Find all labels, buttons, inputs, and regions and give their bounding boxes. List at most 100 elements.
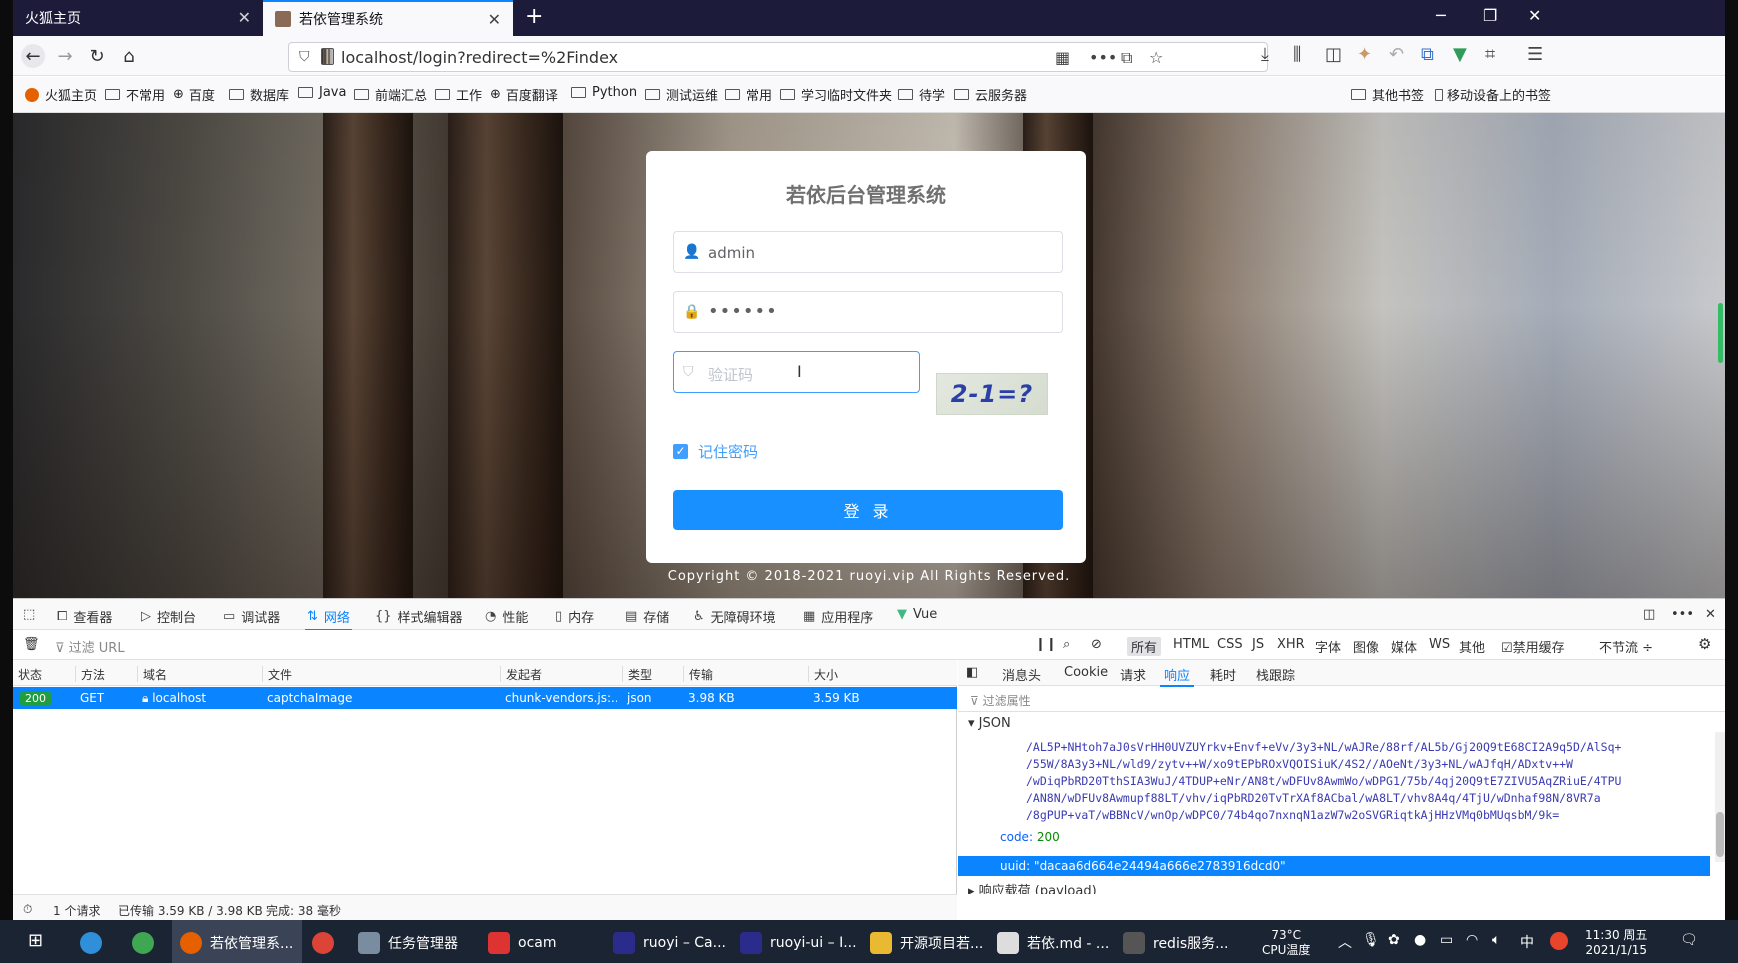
bookmark-item[interactable]: 学习临时文件夹 xyxy=(780,85,892,104)
url-text[interactable]: localhost/login?redirect=%2Findex xyxy=(341,48,618,67)
type-filter-html[interactable]: HTML xyxy=(1173,637,1209,652)
bookmark-item[interactable]: 数据库 xyxy=(229,85,289,104)
clock[interactable]: 11:30 周五 2021/1/15 xyxy=(1585,928,1647,958)
type-filter-ws[interactable]: WS xyxy=(1429,637,1450,652)
column-transferred[interactable]: 传输 xyxy=(683,666,713,682)
bookmark-item[interactable]: Python xyxy=(571,85,637,100)
back-icon[interactable]: ← xyxy=(21,44,45,68)
type-filter-js[interactable]: JS xyxy=(1252,637,1264,652)
type-filter-all[interactable]: 所有 xyxy=(1127,637,1162,656)
login-button[interactable]: 登 录 xyxy=(673,490,1063,530)
panel-tab-request[interactable]: 请求 xyxy=(1120,665,1146,684)
microphone-icon[interactable]: 🎙 xyxy=(1362,932,1380,948)
trash-icon[interactable]: 🗑 xyxy=(23,637,40,652)
column-domain[interactable]: 域名 xyxy=(137,666,167,682)
panel-tab-response[interactable]: 响应 xyxy=(1159,665,1195,687)
shield-icon[interactable]: ⛉ xyxy=(299,49,310,65)
username-input[interactable]: 👤 admin xyxy=(673,231,1063,273)
type-filter-image[interactable]: 图像 xyxy=(1353,637,1379,656)
search-icon[interactable]: ⌕ xyxy=(1063,637,1070,652)
payload-toggle[interactable]: ▸ 响应载荷 (payload) xyxy=(968,880,1097,894)
address-bar[interactable]: ⛉ localhost/login?redirect=%2Findex ▦ ••… xyxy=(288,42,1268,72)
block-icon[interactable]: ⊘ xyxy=(1091,637,1102,652)
tab-ruoyi[interactable]: 若依管理系统 ✕ xyxy=(263,0,513,36)
mobile-bookmarks[interactable]: 移动设备上的书签 xyxy=(1435,85,1551,104)
password-input[interactable]: 🔒 •••••• xyxy=(673,291,1063,333)
task-webstorm-ruoyi-ui[interactable]: ruoyi-ui – I... xyxy=(740,932,857,954)
sogou-icon[interactable] xyxy=(1550,932,1576,950)
bookmark-item[interactable]: ⊕ 百度 xyxy=(173,85,215,104)
request-initiator[interactable]: chunk-vendors.js:... xyxy=(505,691,617,705)
forward-icon[interactable]: → xyxy=(53,44,77,68)
panel-tab-stack[interactable]: 栈跟踪 xyxy=(1256,665,1295,684)
panel-tab-timings[interactable]: 耗时 xyxy=(1210,665,1236,684)
tray-app-icon[interactable]: ✿ xyxy=(1388,932,1400,948)
translate-extension-icon[interactable]: ⧉ xyxy=(1421,44,1434,65)
json-uuid-row[interactable]: uuid: "dacaa6d664e24494a666e2783916dcd0" xyxy=(958,856,1710,876)
type-filter-xhr[interactable]: XHR xyxy=(1277,637,1305,652)
disable-cache-checkbox[interactable]: ☑禁用缓存 xyxy=(1501,637,1565,656)
qr-code-icon[interactable]: ▦ xyxy=(1055,48,1070,67)
devtools-menu-icon[interactable]: ••• xyxy=(1671,607,1694,622)
task-idea-ruoyi[interactable]: ruoyi – Ca... xyxy=(613,932,726,954)
bookmark-item[interactable]: 前端汇总 xyxy=(354,85,427,104)
tab-console[interactable]: ▷ 控制台 xyxy=(141,607,196,626)
column-initiator[interactable]: 发起者 xyxy=(500,666,542,682)
home-icon[interactable]: ⌂ xyxy=(117,44,141,68)
bookmark-item[interactable]: 工作 xyxy=(435,85,482,104)
minimize-icon[interactable]: ─ xyxy=(1436,6,1446,25)
tab-style-editor[interactable]: {} 样式编辑器 xyxy=(375,607,463,626)
tab-firefox-home[interactable]: 火狐主页 ✕ xyxy=(13,0,263,36)
tab-storage[interactable]: ▤ 存储 xyxy=(625,607,669,626)
bookmark-item[interactable]: 火狐主页 xyxy=(25,85,97,104)
extension-icon[interactable]: ✦ xyxy=(1357,44,1372,65)
scroll-thumb[interactable] xyxy=(1716,812,1724,857)
bookmark-item[interactable]: 常用 xyxy=(725,85,772,104)
timer-icon[interactable]: ⏱ xyxy=(23,902,32,917)
tab-accessibility[interactable]: ♿ 无障碍环境 xyxy=(693,607,776,626)
more-actions-icon[interactable]: ••• xyxy=(1089,48,1117,67)
json-section-toggle[interactable]: ▾ JSON xyxy=(968,716,1011,731)
chevron-up-icon[interactable]: ︿ xyxy=(1338,932,1352,952)
remember-password-checkbox[interactable]: ✓ 记住密码 xyxy=(673,441,758,462)
type-filter-font[interactable]: 字体 xyxy=(1315,637,1341,656)
battery-icon[interactable]: ▭ xyxy=(1440,932,1453,948)
tray-app-icon[interactable]: ● xyxy=(1414,932,1426,948)
close-tab-icon[interactable]: ✕ xyxy=(488,10,501,29)
close-devtools-icon[interactable]: ✕ xyxy=(1705,607,1716,622)
reload-icon[interactable]: ↻ xyxy=(85,44,109,68)
tab-debugger[interactable]: ▭ 调试器 xyxy=(223,607,280,626)
tab-application[interactable]: ▦ 应用程序 xyxy=(803,607,873,626)
column-method[interactable]: 方法 xyxy=(75,666,105,682)
tab-vue[interactable]: ▼ Vue xyxy=(897,607,937,622)
other-bookmarks[interactable]: 其他书签 xyxy=(1351,85,1424,104)
column-file[interactable]: 文件 xyxy=(262,666,292,682)
tab-performance[interactable]: ◔ 性能 xyxy=(485,607,528,626)
type-filter-other[interactable]: 其他 xyxy=(1459,637,1485,656)
bookmark-item[interactable]: 云服务器 xyxy=(954,85,1027,104)
task-firefox[interactable]: 若依管理系... xyxy=(180,932,293,954)
checkbox-icon[interactable]: ✓ xyxy=(673,444,688,459)
bookmark-item[interactable]: 测试运维 xyxy=(645,85,718,104)
new-tab-icon[interactable]: + xyxy=(525,4,543,29)
settings-gear-icon[interactable]: ⚙ xyxy=(1698,635,1711,653)
throttle-select[interactable]: 不节流 ÷ xyxy=(1599,637,1653,656)
task-typora[interactable]: 若依.md - ... xyxy=(997,932,1109,954)
vue-extension-icon[interactable]: ▼ xyxy=(1453,44,1467,65)
type-filter-media[interactable]: 媒体 xyxy=(1391,637,1417,656)
column-status[interactable]: 状态 xyxy=(13,666,42,682)
filter-properties-input[interactable]: ⊽ 过滤属性 xyxy=(958,686,1725,712)
column-size[interactable]: 大小 xyxy=(808,666,838,682)
json-code[interactable]: code: 200 xyxy=(1000,830,1060,844)
edge-icon[interactable] xyxy=(80,932,110,954)
menu-icon[interactable]: ☰ xyxy=(1527,44,1543,65)
translate-icon[interactable]: ⧉ xyxy=(1121,48,1132,68)
element-picker-icon[interactable]: ⬚ xyxy=(23,607,35,622)
panel-tab-headers[interactable]: 消息头 xyxy=(1002,665,1041,684)
dock-icon[interactable]: ◫ xyxy=(1643,607,1655,622)
sidebar-icon[interactable]: ◫ xyxy=(1325,44,1342,65)
tab-network[interactable]: ⇅ 网络 xyxy=(305,607,352,631)
app-icon[interactable] xyxy=(132,932,162,954)
page-scroll-indicator[interactable] xyxy=(1718,303,1723,363)
bookmark-item[interactable]: Java xyxy=(298,85,346,100)
